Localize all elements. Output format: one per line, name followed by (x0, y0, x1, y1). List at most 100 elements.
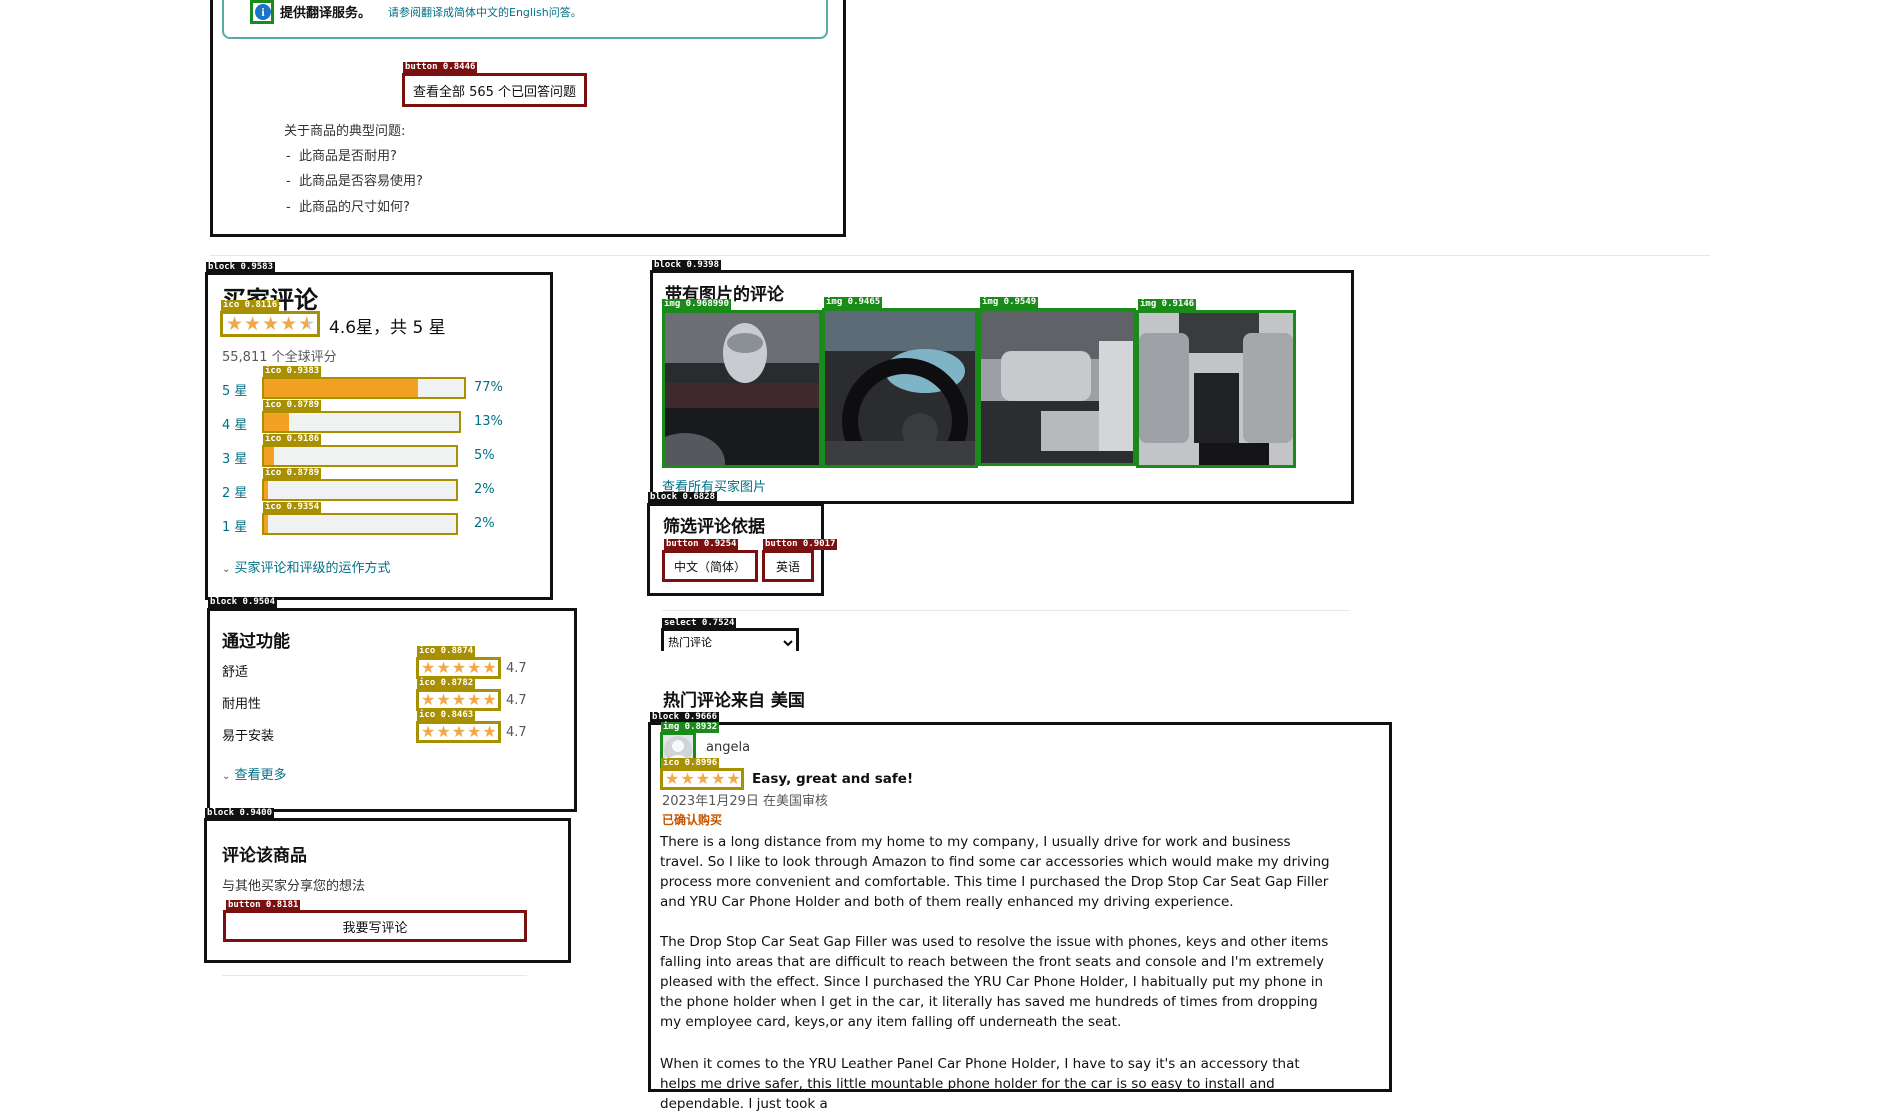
star-icon: ★ (451, 690, 467, 709)
sort-select[interactable]: 热门评论 (661, 628, 799, 652)
star-icon: ★ (421, 690, 436, 709)
banner-title: 提供翻译服务。 (280, 6, 372, 21)
feature-stars: ★ ★ ★ ★ ★ (416, 721, 501, 743)
see-all-answered-questions-button[interactable]: 查看全部 565 个已回答问题 (402, 73, 587, 107)
rating-bar[interactable] (262, 479, 458, 501)
review-date: 2023年1月29日 在美国审核 (662, 794, 829, 809)
verified-purchase-badge: 已确认购买 (662, 813, 723, 827)
typical-question[interactable]: - 此商品是否耐用? (286, 145, 397, 164)
filter-chinese-button[interactable]: 中文（简体） (662, 550, 758, 582)
detection-label: img 0.9549 (980, 297, 1039, 308)
detection-label: ico 0.9383 (263, 366, 322, 377)
rating-row-label[interactable]: 4 星 (222, 414, 247, 433)
filter-english-button[interactable]: 英语 (762, 550, 814, 582)
feature-score: 4.7 (506, 725, 527, 740)
typical-question[interactable]: - 此商品是否容易使用? (286, 170, 423, 189)
rating-bar[interactable] (262, 445, 458, 467)
star-icon: ★ (482, 690, 497, 709)
star-half-icon: ★ (298, 313, 316, 335)
detection-label: button 0.9254 (664, 539, 739, 550)
star-icon: ★ (451, 658, 467, 677)
customer-photo[interactable] (662, 310, 822, 468)
review-stars: ★ ★ ★ ★ ★ (660, 768, 744, 790)
star-icons: ★ ★ ★ ★ ★ (226, 313, 316, 335)
star-icon: ★ (726, 769, 741, 788)
console-photo (1139, 313, 1293, 465)
car-seat-photo (981, 311, 1133, 463)
star-icons: ★ ★ ★ ★ ★ (421, 690, 497, 709)
banner-note[interactable]: 请参阅翻译成简体中文的English问答。 (388, 4, 582, 20)
rating-row-percent[interactable]: 2% (474, 516, 495, 531)
star-icon: ★ (436, 658, 451, 677)
filter-title: 筛选评论依据 (663, 517, 765, 537)
detection-label: ico 0.9354 (263, 502, 322, 513)
detection-label: block 0.9504 (208, 597, 278, 608)
customer-photo[interactable] (978, 308, 1136, 466)
rating-bar-fill (264, 447, 274, 465)
rating-bar[interactable] (262, 411, 461, 433)
write-review-button[interactable]: 我要写评论 (223, 910, 527, 942)
review-paragraph: There is a long distance from my home to… (660, 834, 1330, 910)
rating-bar-fill (264, 413, 290, 431)
rating-bar-fill (264, 515, 268, 533)
average-rating-text: 4.6星，共 5 星 (329, 318, 446, 338)
customer-photo[interactable] (1136, 310, 1296, 468)
features-title: 通过功能 (222, 632, 290, 652)
review-author[interactable]: angela (706, 740, 750, 755)
button-label: 中文（简体） (673, 559, 746, 574)
feature-name: 舒适 (222, 665, 249, 680)
review-paragraph: The Drop Stop Car Seat Gap Filler was us… (660, 934, 1329, 1030)
rating-row-percent[interactable]: 5% (474, 448, 495, 463)
rating-bar[interactable] (262, 377, 466, 399)
feature-score: 4.7 (506, 693, 527, 708)
rating-row-percent[interactable]: 77% (474, 380, 503, 395)
star-icon: ★ (680, 769, 695, 788)
star-icon: ★ (436, 690, 451, 709)
star-icon: ★ (421, 722, 436, 741)
star-icon: ★ (467, 658, 482, 677)
star-icon: ★ (226, 313, 244, 335)
button-label: 英语 (775, 559, 800, 574)
rating-bar[interactable] (262, 513, 458, 535)
see-more-link[interactable]: ⌄ 查看更多 (222, 764, 287, 783)
rating-bar-fill (264, 481, 268, 499)
feature-score: 4.7 (506, 661, 527, 676)
rating-bar-fill (264, 379, 418, 397)
section-divider (662, 610, 1350, 611)
rating-row-label[interactable]: 5 星 (222, 380, 247, 399)
total-ratings: 55,811 个全球评分 (222, 350, 337, 365)
feature-stars: ★ ★ ★ ★ ★ (416, 689, 501, 711)
star-icon: ★ (280, 313, 298, 335)
detection-label: ico 0.8116 (221, 300, 280, 311)
rating-row-percent[interactable]: 13% (474, 414, 503, 429)
write-review-subtitle: 与其他买家分享您的想法 (222, 879, 366, 894)
button-label: 我要写评论 (342, 920, 408, 936)
detection-label: block 0.6828 (648, 492, 718, 503)
detection-label: ico 0.8874 (417, 646, 476, 657)
review-paragraph: When it comes to the YRU Leather Panel C… (660, 1056, 1300, 1112)
info-icon: i (250, 0, 274, 24)
rating-row-percent[interactable]: 2% (474, 482, 495, 497)
sort-dropdown[interactable]: 热门评论 (664, 634, 796, 652)
rating-row-label[interactable]: 3 星 (222, 448, 247, 467)
typical-question[interactable]: - 此商品的尺寸如何? (286, 196, 410, 215)
customer-photo[interactable] (822, 308, 978, 468)
detection-label: img 0.968990 (662, 299, 732, 310)
section-divider (210, 255, 1710, 256)
star-icons: ★ ★ ★ ★ ★ (421, 722, 497, 741)
average-rating-stars: ★ ★ ★ ★ ★ (220, 311, 320, 337)
chevron-down-icon: ⌄ (222, 771, 231, 782)
detection-label: ico 0.8463 (417, 710, 476, 721)
detection-label: img 0.9465 (824, 297, 883, 308)
write-review-title: 评论该商品 (222, 846, 307, 866)
star-icon: ★ (451, 722, 467, 741)
cup-holder-photo (665, 313, 819, 465)
detection-label: ico 0.8789 (263, 468, 322, 479)
star-icon: ★ (467, 722, 482, 741)
star-icon: ★ (695, 769, 711, 788)
rating-row-label[interactable]: 2 星 (222, 482, 247, 501)
rating-row-label[interactable]: 1 星 (222, 516, 247, 535)
how-reviews-work-link[interactable]: ⌄ 买家评论和评级的运作方式 (222, 557, 391, 576)
review-headline[interactable]: Easy, great and safe! (752, 771, 913, 787)
feature-name: 易于安装 (222, 729, 275, 744)
